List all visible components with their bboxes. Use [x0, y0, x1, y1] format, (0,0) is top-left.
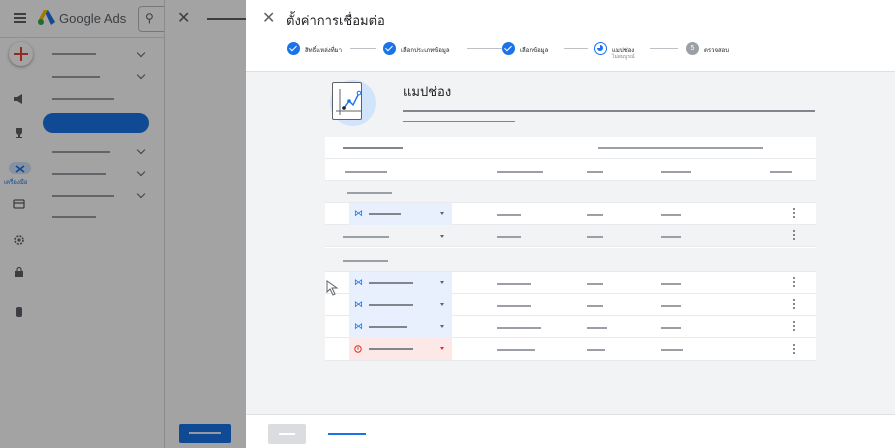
screen: Google Ads ⚲ เครื่องมือ ✕ ✕ ตั้งค่าการเช… [0, 0, 895, 448]
table-header [325, 137, 816, 159]
cell-value [587, 349, 605, 351]
more-vert-icon[interactable] [792, 299, 796, 311]
group-row [325, 181, 816, 203]
section-description [403, 110, 815, 112]
cell-value [497, 305, 531, 307]
check-icon [287, 42, 300, 55]
magic-wand-icon: ⋈ [354, 299, 363, 309]
group-label [343, 260, 388, 262]
table-row[interactable]: ⋈ [325, 316, 816, 338]
group-label [347, 192, 392, 194]
more-vert-icon[interactable] [792, 230, 796, 242]
step-label: ตรวจสอบ [704, 48, 730, 54]
check-icon [383, 42, 396, 55]
more-vert-icon[interactable] [792, 321, 796, 333]
more-vert-icon[interactable] [792, 344, 796, 356]
cell-value [587, 214, 603, 216]
magic-wand-icon: ⋈ [354, 208, 363, 218]
step-connector [650, 48, 678, 49]
cell-value [661, 236, 681, 238]
cell-value [587, 305, 603, 307]
cell-value [497, 349, 535, 351]
connection-setup-dialog: ✕ ตั้งค่าการเชื่อมต่อ สิทธิ์แหล่งที่มา เ… [246, 0, 895, 448]
column-header-row [325, 159, 816, 181]
more-vert-icon[interactable] [792, 277, 796, 289]
field-selector[interactable]: ⋈ [349, 316, 452, 338]
group-row [325, 248, 816, 272]
check-icon [502, 42, 515, 55]
field-selector[interactable] [349, 338, 452, 360]
cell-value [587, 283, 603, 285]
dropdown-caret-icon[interactable] [440, 235, 444, 238]
in-progress-icon [594, 42, 607, 55]
field-name [343, 236, 389, 238]
header-label [598, 147, 763, 149]
modal-scrim[interactable] [0, 0, 246, 448]
field-selector[interactable]: ⋈ [349, 272, 452, 294]
dropdown-caret-icon [440, 347, 444, 350]
cell-value [587, 236, 603, 238]
selector-value [369, 326, 407, 328]
step-label: เลือกข้อมูล [520, 48, 549, 54]
dialog-footer [246, 414, 895, 448]
table-row[interactable]: ⋈ [325, 203, 816, 225]
back-button[interactable] [268, 424, 306, 444]
header-label [343, 147, 403, 149]
cell-value [661, 327, 681, 329]
cell-value [661, 305, 681, 307]
table-row[interactable]: ⋈ [325, 272, 816, 294]
dropdown-caret-icon [440, 281, 444, 284]
dialog-header: ✕ ตั้งค่าการเชื่อมต่อ สิทธิ์แหล่งที่มา เ… [246, 0, 895, 72]
column-header [770, 171, 792, 173]
cell-value [497, 236, 521, 238]
column-header [497, 171, 543, 173]
magic-wand-icon: ⋈ [354, 321, 363, 331]
column-header [587, 171, 603, 173]
error-circle-icon [354, 345, 362, 353]
dropdown-caret-icon [440, 212, 444, 215]
secondary-link-button[interactable] [328, 433, 366, 435]
cell-value [497, 283, 531, 285]
dialog-title: ตั้งค่าการเชื่อมต่อ [286, 13, 385, 28]
table-row[interactable] [325, 225, 816, 247]
cell-value [661, 283, 681, 285]
chart-card-icon [332, 82, 362, 120]
field-selector[interactable]: ⋈ [349, 203, 452, 225]
table-row[interactable]: ⋈ [325, 294, 816, 316]
mouse-pointer-icon [326, 280, 339, 296]
selector-value [369, 282, 413, 284]
table-row[interactable] [325, 338, 816, 361]
dropdown-caret-icon [440, 303, 444, 306]
section-description [403, 121, 515, 122]
close-icon[interactable]: ✕ [262, 8, 275, 28]
dropdown-caret-icon [440, 325, 444, 328]
field-selector[interactable]: ⋈ [349, 294, 452, 316]
section-title: แมปช่อง [403, 84, 452, 99]
step-label: สิทธิ์แหล่งที่มา [305, 48, 342, 54]
cell-value [661, 349, 683, 351]
column-header [345, 171, 387, 173]
step-status: ไม่สมบูรณ์ [612, 54, 635, 60]
step-number: 5 [686, 42, 699, 55]
step-connector [350, 48, 376, 49]
cell-value [661, 214, 681, 216]
cell-value [497, 214, 521, 216]
cell-value [497, 327, 541, 329]
selector-value [369, 348, 413, 350]
selector-value [369, 304, 413, 306]
column-header [661, 171, 691, 173]
selector-value [369, 213, 401, 215]
step-label: เลือกประเภทข้อมูล [401, 48, 450, 54]
cell-value [587, 327, 607, 329]
field-mapping-table: ⋈ ⋈ ⋈ ⋈ [325, 137, 816, 361]
more-vert-icon[interactable] [792, 208, 796, 220]
magic-wand-icon: ⋈ [354, 277, 363, 287]
step-connector [564, 48, 588, 49]
